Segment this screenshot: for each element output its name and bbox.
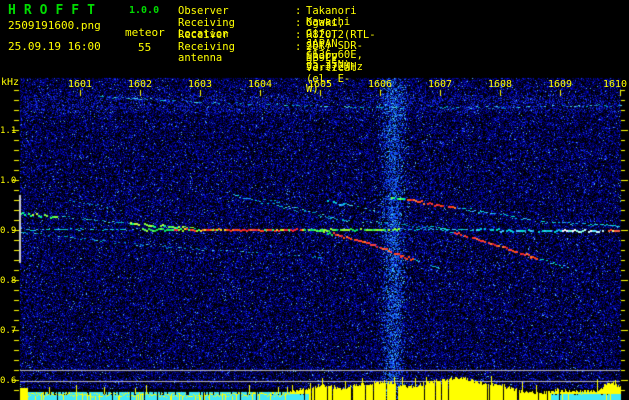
info-colon: :: [295, 6, 301, 17]
time-tick-label: 1609: [547, 79, 573, 90]
datetime-label: 25.09.19 16:00: [8, 41, 101, 52]
freq-tick-label: 1.1: [0, 126, 13, 136]
time-tick-label: 1601: [67, 79, 93, 90]
info-colon: :: [295, 18, 301, 29]
info-colon: :: [295, 42, 301, 53]
hrofft-output-image: HROFFT 1.0.0 2509191600.png meteor 25.09…: [0, 0, 629, 400]
time-tick-label: 1605: [307, 79, 333, 90]
filename-label: 2509191600.png: [8, 20, 101, 31]
khz-unit-label: kHz: [1, 78, 19, 88]
time-tick-label: 1606: [367, 79, 393, 90]
mode-label: meteor: [125, 27, 165, 38]
freq-tick-label: 0.9: [0, 226, 13, 236]
info-colon: :: [295, 30, 301, 41]
freq-tick-label: 1.0: [0, 176, 13, 186]
version-label: 1.0.0: [129, 6, 159, 16]
app-title: HROFFT: [8, 4, 103, 17]
time-tick-label: 1607: [427, 79, 453, 90]
time-tick-label: 1608: [487, 79, 513, 90]
meteor-count-label: 55: [138, 42, 151, 53]
freq-tick-label: 0.7: [0, 326, 13, 336]
freq-tick-label: 0.6: [0, 376, 13, 386]
time-tick-label: 1604: [247, 79, 273, 90]
info-label: Receiver: [178, 30, 229, 41]
info-label: Observer: [178, 6, 229, 17]
time-tick-label: 1603: [187, 79, 213, 90]
freq-tick-label: 0.8: [0, 276, 13, 286]
info-label: Receiving antenna: [178, 42, 235, 63]
time-tick-label: 1602: [127, 79, 153, 90]
time-tick-label: 1610: [602, 79, 628, 90]
